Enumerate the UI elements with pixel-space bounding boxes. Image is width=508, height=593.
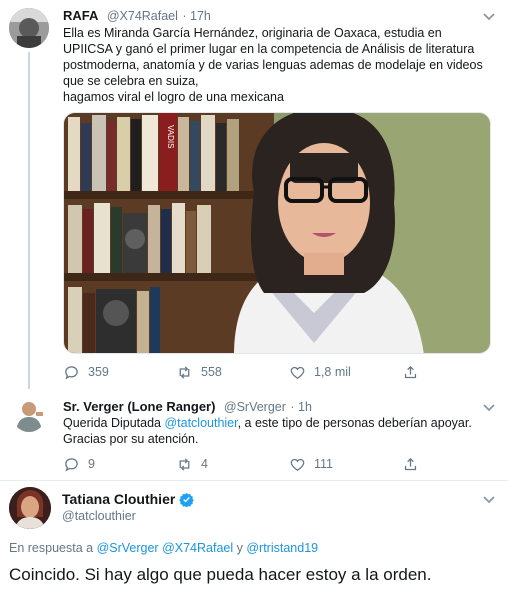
divider	[0, 480, 508, 481]
tweet-line: Gracias por su atención.	[63, 432, 199, 446]
reply-and: y	[233, 541, 247, 555]
share-icon	[404, 365, 417, 378]
reply-icon	[65, 365, 78, 380]
tweet-photo[interactable]: VADIS	[63, 112, 491, 354]
text-segment: Querida Diputada	[63, 416, 165, 430]
share-icon	[404, 457, 417, 470]
reply-count: 9	[88, 457, 95, 471]
author-name[interactable]: Sr. Verger (Lone Ranger)	[63, 399, 215, 414]
reply-button[interactable]: 359	[63, 362, 109, 382]
tweet-actions: 9 4 111	[0, 454, 508, 474]
thread-line	[28, 52, 30, 389]
like-count: 111	[314, 457, 334, 471]
tweet-time[interactable]: · 17h	[182, 9, 211, 23]
reply-icon	[65, 457, 78, 472]
retweet-button[interactable]: 4	[176, 454, 208, 474]
author-handle[interactable]: @SrVerger	[224, 400, 286, 414]
author-name[interactable]: Tatiana Clouthier	[62, 491, 175, 507]
tweet-header: Tatiana Clouthier	[62, 491, 195, 507]
author-name[interactable]: RAFA	[63, 8, 98, 23]
avatar-image	[12, 398, 46, 432]
tweet-time[interactable]: · 1h	[290, 400, 312, 414]
author-handle[interactable]: @tatclouthier	[62, 509, 136, 523]
chevron-down-icon[interactable]	[482, 495, 496, 505]
share-button[interactable]	[402, 362, 419, 382]
tweet-line: que se celebra en suiza,	[63, 74, 199, 88]
tweet-line: UPIICSA y ganó el primer lugar en la com…	[63, 42, 475, 56]
heart-icon	[290, 366, 305, 379]
reply-prefix: En respuesta a	[9, 541, 97, 555]
tweet-text: Querida Diputada @tatclouthier, a este t…	[63, 415, 493, 447]
tweet-line: postmoderna, anatomía y de varias lengua…	[63, 58, 483, 72]
tweet-header: RAFA @X74Rafael · 17h	[63, 7, 211, 25]
retweet-icon	[179, 457, 190, 471]
retweet-icon	[179, 365, 190, 379]
tweet-text: Ella es Miranda García Hernández, origin…	[63, 25, 493, 105]
tweet-line: Querida Diputada @tatclouthier, a este t…	[63, 415, 493, 431]
chevron-down-icon[interactable]	[482, 12, 496, 22]
photo-image: VADIS	[64, 113, 490, 353]
mention-link[interactable]: @rtristand19	[246, 541, 318, 555]
avatar-srverger[interactable]	[12, 398, 46, 432]
retweet-count: 4	[201, 457, 208, 471]
focused-tweet-text: Coincido. Si hay algo que pueda hacer es…	[9, 565, 432, 584]
book-spine-text: VADIS	[166, 125, 175, 148]
share-button[interactable]	[402, 454, 419, 474]
avatar-tatclouthier[interactable]	[9, 487, 51, 529]
reply-context: En respuesta a @SrVerger @X74Rafael y @r…	[9, 541, 318, 555]
like-button[interactable]: 1,8 mil	[289, 362, 351, 382]
reply-button[interactable]: 9	[63, 454, 95, 474]
avatar-rafa[interactable]	[9, 8, 49, 48]
verified-badge-icon	[179, 492, 195, 507]
tweet-line: hagamos viral el logro de una mexicana	[63, 90, 284, 104]
mention-link[interactable]: @tatclouthier	[164, 416, 237, 430]
author-handle[interactable]: @X74Rafael	[107, 9, 178, 23]
mention-link[interactable]: @SrVerger	[97, 541, 159, 555]
heart-icon	[290, 458, 305, 471]
avatar-image	[9, 8, 49, 48]
retweet-button[interactable]: 558	[176, 362, 222, 382]
tweet-actions: 359 558 1,8 mil	[0, 362, 508, 382]
tweet-line: Ella es Miranda García Hernández, origin…	[63, 26, 442, 40]
mention-link[interactable]: @X74Rafael	[162, 541, 233, 555]
like-count: 1,8 mil	[314, 365, 351, 379]
like-button[interactable]: 111	[289, 454, 333, 474]
chevron-down-icon[interactable]	[482, 403, 496, 413]
retweet-count: 558	[201, 365, 222, 379]
tweet-header: Sr. Verger (Lone Ranger) @SrVerger · 1h	[63, 398, 312, 416]
text-segment: , a este tipo de personas deberían apoya…	[237, 416, 472, 430]
avatar-image	[9, 487, 51, 529]
reply-count: 359	[88, 365, 109, 379]
